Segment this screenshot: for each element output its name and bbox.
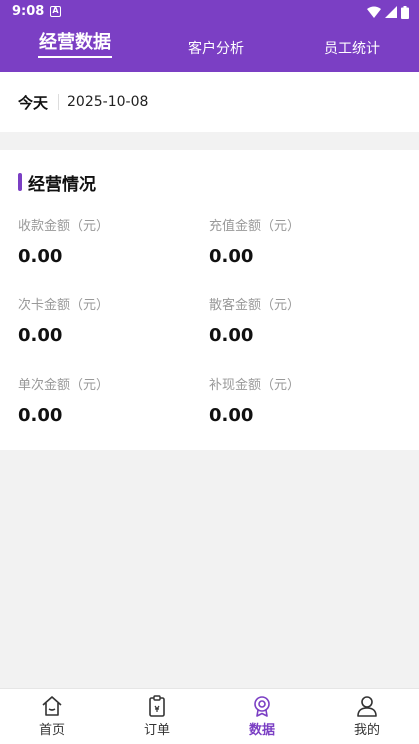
nav-item-data[interactable]: 数据 (210, 689, 314, 744)
wifi-icon (367, 6, 381, 18)
header-tabs: 经营数据 客户分析 员工统计 (0, 30, 419, 66)
tab-business-data[interactable]: 经营数据 (38, 28, 112, 64)
metric-label: 单次金额（元） (18, 378, 110, 393)
nav-label: 订单 (143, 723, 170, 738)
metric-walkin-amount: 散客金额（元） 0.00 (209, 294, 399, 346)
nav-label: 数据 (248, 723, 275, 738)
status-bar: 9:08 A (0, 0, 419, 26)
metric-value: 0.00 (209, 405, 254, 426)
user-icon (357, 696, 377, 717)
metric-label: 散客金额（元） (209, 298, 301, 313)
metric-collection-amount: 收款金额（元） 0.00 (18, 215, 208, 267)
bottom-nav: 首页 订单 数据 我的 (0, 688, 419, 744)
notification-icon: A (50, 6, 61, 17)
tab-label: 客户分析 (188, 41, 244, 57)
clipboard-icon (149, 695, 165, 717)
nav-item-home[interactable]: 首页 (0, 689, 104, 744)
metric-value: 0.00 (209, 246, 254, 267)
metric-value: 0.00 (18, 246, 63, 267)
status-time: 9:08 (12, 4, 45, 19)
business-overview-card: 经营情况 收款金额（元） 0.00 充值金额（元） 0.00 次卡金额（元） 0… (0, 150, 419, 450)
metric-value: 0.00 (18, 405, 63, 426)
metric-single-amount: 单次金额（元） 0.00 (18, 374, 208, 426)
metric-value: 0.00 (209, 325, 254, 346)
nav-label: 首页 (38, 723, 65, 738)
date-value[interactable]: 2025-10-08 (67, 94, 148, 110)
nav-label: 我的 (353, 723, 380, 738)
metric-label: 充值金额（元） (209, 219, 301, 234)
badge-icon (254, 696, 270, 717)
tab-staff-stats[interactable]: 员工统计 (316, 38, 388, 74)
metric-label: 补现金额（元） (209, 378, 301, 393)
header: 9:08 A 经营数据 客户分析 员工统计 (0, 0, 419, 72)
home-icon (42, 696, 62, 716)
metric-recharge-amount: 充值金额（元） 0.00 (209, 215, 399, 267)
date-filter-bar[interactable]: 今天 2025-10-08 (0, 72, 419, 132)
tab-label: 经营数据 (39, 32, 111, 53)
battery-icon (401, 5, 409, 19)
period-label[interactable]: 今天 (18, 92, 48, 113)
nav-item-profile[interactable]: 我的 (315, 689, 419, 744)
metric-cash-supplement-amount: 补现金额（元） 0.00 (209, 374, 399, 426)
card-title: 经营情况 (28, 174, 96, 195)
nav-item-orders[interactable]: 订单 (105, 689, 209, 744)
metric-card-amount: 次卡金额（元） 0.00 (18, 294, 208, 346)
tab-label: 员工统计 (324, 41, 380, 57)
metric-label: 收款金额（元） (18, 219, 110, 234)
title-accent-bar (18, 173, 22, 191)
divider (58, 94, 60, 110)
signal-icon (385, 6, 397, 18)
metric-value: 0.00 (18, 325, 63, 346)
metric-label: 次卡金额（元） (18, 298, 110, 313)
tab-customer-analysis[interactable]: 客户分析 (180, 38, 252, 74)
